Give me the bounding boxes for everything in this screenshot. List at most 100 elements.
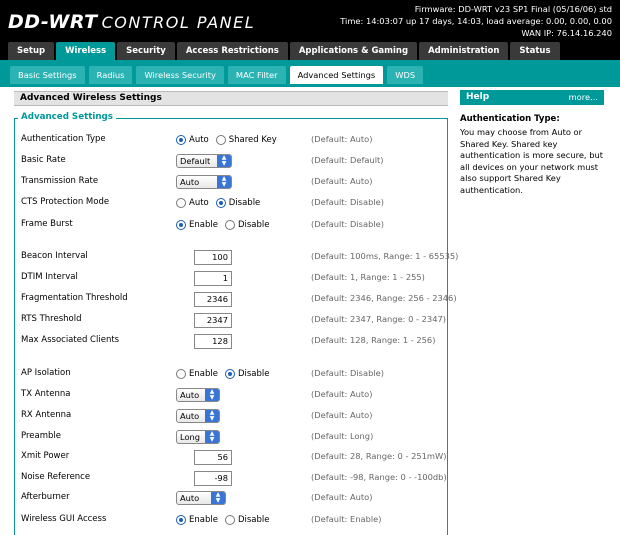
tab-wireless[interactable]: Wireless <box>56 42 116 60</box>
row-transmission-rate: Transmission Rate Auto ▲ ▼ (Default: Auto) <box>21 173 451 191</box>
select-preamble[interactable]: Long ▲ ▼ <box>176 430 220 444</box>
default-beacon-interval: (Default: 100ms, Range: 1 - 65535) <box>311 251 459 261</box>
radio-auth-auto[interactable] <box>176 135 186 145</box>
help-heading: Authentication Type: <box>460 114 560 124</box>
select-arrow-icon: ▲ ▼ <box>205 431 219 443</box>
row-xmit-power: Xmit Power 56 (Default: 28, Range: 0 - 2… <box>21 448 451 466</box>
uptime-text: Time: 14:03:07 up 17 days, 14:03, load a… <box>340 16 612 26</box>
default-tx-antenna: (Default: Auto) <box>311 389 373 399</box>
select-transmission-rate[interactable]: Auto ▲ ▼ <box>176 175 232 189</box>
select-rx-antenna[interactable]: Auto ▲ ▼ <box>176 409 220 423</box>
sub-tabs: Basic Settings Radius Wireless Security … <box>10 66 427 84</box>
label-fragmentation-threshold: Fragmentation Threshold <box>21 293 128 303</box>
main-tabs: Setup Wireless Security Access Restricti… <box>8 42 562 60</box>
section-title: Advanced Wireless Settings <box>14 91 448 106</box>
row-rts-threshold: RTS Threshold 2347 (Default: 2347, Range… <box>21 311 451 329</box>
default-transmission-rate: (Default: Auto) <box>311 176 373 186</box>
tab-security[interactable]: Security <box>117 42 175 60</box>
select-arrow-icon: ▲ ▼ <box>217 176 231 188</box>
row-tx-antenna: TX Antenna Auto ▲ ▼ (Default: Auto) <box>21 386 451 404</box>
tab-administration[interactable]: Administration <box>419 42 509 60</box>
default-max-associated-clients: (Default: 128, Range: 1 - 256) <box>311 335 436 345</box>
router-info: Firmware: DD-WRT v23 SP1 Final (05/16/06… <box>340 3 612 39</box>
fieldset-legend: Advanced Settings <box>18 112 116 122</box>
label-dtim-interval: DTIM Interval <box>21 272 78 282</box>
label-basic-rate: Basic Rate <box>21 155 66 165</box>
radio-ap-isolation-enable[interactable] <box>176 369 186 379</box>
row-rx-antenna: RX Antenna Auto ▲ ▼ (Default: Auto) <box>21 407 451 425</box>
input-noise-reference[interactable]: -98 <box>194 470 232 486</box>
subtab-wds[interactable]: WDS <box>387 66 424 84</box>
subtab-mac-filter[interactable]: MAC Filter <box>227 66 286 84</box>
subtab-radius[interactable]: Radius <box>88 66 133 84</box>
row-noise-reference: Noise Reference -98 (Default: -98, Range… <box>21 469 451 487</box>
label-max-associated-clients: Max Associated Clients <box>21 335 120 345</box>
select-basic-rate[interactable]: Default ▲ ▼ <box>176 154 232 168</box>
select-arrow-icon: ▲ ▼ <box>205 389 219 401</box>
default-rts-threshold: (Default: 2347, Range: 0 - 2347) <box>311 314 447 324</box>
input-beacon-interval[interactable]: 100 <box>194 249 232 265</box>
radio-frame-burst-disable[interactable] <box>224 220 235 230</box>
label-preamble: Preamble <box>21 431 61 441</box>
row-max-associated-clients: Max Associated Clients 128 (Default: 128… <box>21 332 451 350</box>
label-beacon-interval: Beacon Interval <box>21 251 88 261</box>
firmware-text: Firmware: DD-WRT v23 SP1 Final (05/16/06… <box>414 4 612 14</box>
select-arrow-icon: ▲ ▼ <box>217 155 231 167</box>
tab-access-restrictions[interactable]: Access Restrictions <box>176 42 288 60</box>
label-rts-threshold: RTS Threshold <box>21 314 82 324</box>
help-title: Help <box>466 92 490 102</box>
subtab-advanced-settings[interactable]: Advanced Settings <box>289 66 384 84</box>
row-preamble: Preamble Long ▲ ▼ (Default: Long) <box>21 428 451 446</box>
select-arrow-icon: ▲ ▼ <box>211 492 225 504</box>
tab-status[interactable]: Status <box>510 42 560 60</box>
dd-wrt-logo: DD-WRT CONTROL PANEL <box>8 11 256 33</box>
input-rts-threshold[interactable]: 2347 <box>194 312 232 328</box>
header: DD-WRT CONTROL PANEL Firmware: DD-WRT v23… <box>0 0 620 42</box>
input-fragmentation-threshold[interactable]: 2346 <box>194 291 232 307</box>
help-header: Help more... <box>460 90 604 105</box>
input-dtim-interval[interactable]: 1 <box>194 270 232 286</box>
radio-gui-access-enable[interactable] <box>176 515 186 525</box>
tab-setup[interactable]: Setup <box>8 42 55 60</box>
row-frame-burst: Frame Burst Enable Disable (Default: Dis… <box>21 219 384 230</box>
label-wireless-gui-access: Wireless GUI Access <box>21 514 107 524</box>
label-ap-isolation: AP Isolation <box>21 368 71 378</box>
radio-cts-auto[interactable] <box>176 198 186 208</box>
input-max-associated-clients[interactable]: 128 <box>194 333 232 349</box>
radio-cts-disable[interactable] <box>215 198 226 208</box>
row-fragmentation-threshold: Fragmentation Threshold 2346 (Default: 2… <box>21 290 457 308</box>
tab-applications-gaming[interactable]: Applications & Gaming <box>289 42 418 60</box>
label-afterburner: Afterburner <box>21 492 70 502</box>
row-afterburner: Afterburner Auto ▲ ▼ (Default: Auto) <box>21 489 451 507</box>
row-basic-rate: Basic Rate Default ▲ ▼ (Default: Default) <box>21 152 451 170</box>
radio-gui-access-disable[interactable] <box>224 515 235 525</box>
default-authentication-type: (Default: Auto) <box>311 134 373 144</box>
label-rx-antenna: RX Antenna <box>21 410 72 420</box>
input-xmit-power[interactable]: 56 <box>194 449 232 465</box>
label-noise-reference: Noise Reference <box>21 472 91 482</box>
label-xmit-power: Xmit Power <box>21 451 70 461</box>
default-basic-rate: (Default: Default) <box>311 155 384 165</box>
default-xmit-power: (Default: 28, Range: 0 - 251mW) <box>311 451 447 461</box>
row-cts-protection-mode: CTS Protection Mode Auto Disable (Defaul… <box>21 197 384 208</box>
label-transmission-rate: Transmission Rate <box>21 176 99 186</box>
wan-ip-text: WAN IP: 76.14.16.240 <box>521 28 612 38</box>
default-preamble: (Default: Long) <box>311 431 374 441</box>
radio-ap-isolation-disable[interactable] <box>224 369 235 379</box>
default-noise-reference: (Default: -98, Range: 0 - -100db) <box>311 472 447 482</box>
help-more-link[interactable]: more... <box>569 90 598 105</box>
default-frame-burst: (Default: Disable) <box>311 219 384 229</box>
row-ap-isolation: AP Isolation Enable Disable (Default: Di… <box>21 368 384 379</box>
subtab-basic-settings[interactable]: Basic Settings <box>10 66 85 84</box>
label-frame-burst: Frame Burst <box>21 219 73 229</box>
select-afterburner[interactable]: Auto ▲ ▼ <box>176 491 226 505</box>
default-afterburner: (Default: Auto) <box>311 492 373 502</box>
select-tx-antenna[interactable]: Auto ▲ ▼ <box>176 388 220 402</box>
row-dtim-interval: DTIM Interval 1 (Default: 1, Range: 1 - … <box>21 269 451 287</box>
default-fragmentation-threshold: (Default: 2346, Range: 256 - 2346) <box>311 293 457 303</box>
radio-frame-burst-enable[interactable] <box>176 220 186 230</box>
subtab-wireless-security[interactable]: Wireless Security <box>136 66 224 84</box>
radio-auth-shared-key[interactable] <box>215 135 226 145</box>
row-beacon-interval: Beacon Interval 100 (Default: 100ms, Ran… <box>21 248 458 266</box>
default-rx-antenna: (Default: Auto) <box>311 410 373 420</box>
